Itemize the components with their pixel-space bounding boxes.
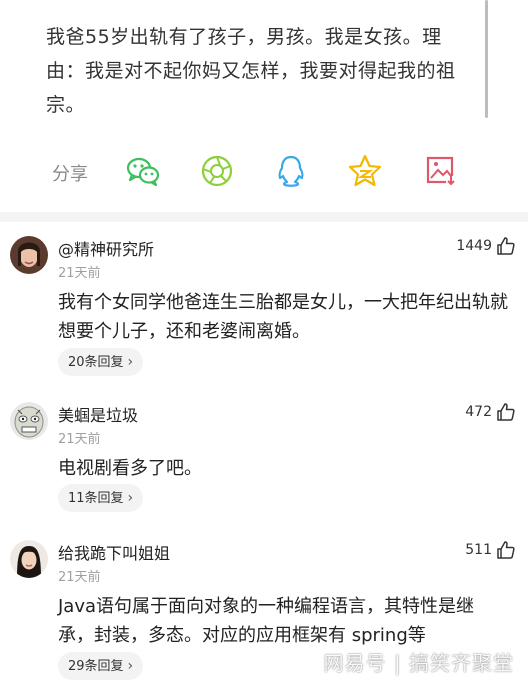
thumbs-up-icon[interactable]: [496, 540, 516, 560]
comment-item: 美蝈是垃圾 21天前 472 电视剧看多了吧。 11条回复 ›: [0, 402, 528, 522]
reply-count-label: 11条回复: [68, 491, 124, 506]
section-divider: [0, 212, 528, 222]
like-count: 472: [465, 404, 492, 420]
commenter-name[interactable]: @精神研究所: [58, 236, 154, 260]
moments-icon[interactable]: [198, 152, 236, 190]
comment-item: @精神研究所 21天前 1449 我有个女同学他爸连生三胎都是女儿，一大把年纪出…: [0, 236, 528, 376]
like-count: 1449: [456, 238, 492, 254]
chevron-right-icon: ›: [127, 490, 134, 506]
share-label: 分享: [52, 164, 88, 185]
qzone-icon[interactable]: [346, 152, 384, 190]
avatar[interactable]: [10, 540, 48, 578]
post-text: 我爸55岁出轨有了孩子，男孩。我是女孩。理由：我是对不起你妈又怎样，我要对得起我…: [46, 26, 456, 116]
scrollbar[interactable]: [485, 0, 488, 118]
comment-text: 我有个女同学他爸连生三胎都是女儿，一大把年纪出轨就想要个儿子，还和老婆闹离婚。: [58, 292, 508, 342]
commenter-name[interactable]: 给我跪下叫姐姐: [58, 540, 170, 564]
thumbs-up-icon[interactable]: [496, 236, 516, 256]
comment-time: 21天前: [58, 432, 101, 447]
reply-count-button[interactable]: 20条回复 ›: [58, 348, 144, 376]
comment-time: 21天前: [58, 266, 101, 281]
watermark: 网易号 | 搞笑齐聚堂: [323, 651, 514, 675]
reply-count-button[interactable]: 11条回复 ›: [58, 484, 144, 512]
wechat-icon[interactable]: [124, 152, 162, 190]
save-image-icon[interactable]: [422, 152, 460, 190]
chevron-right-icon: ›: [127, 658, 134, 674]
commenter-name[interactable]: 美蝈是垃圾: [58, 402, 138, 426]
comment-text: 电视剧看多了吧。: [58, 458, 202, 479]
chevron-right-icon: ›: [127, 354, 134, 370]
comment-time: 21天前: [58, 570, 101, 585]
like-count: 511: [465, 542, 492, 558]
avatar[interactable]: [10, 236, 48, 274]
avatar[interactable]: [10, 402, 48, 440]
qq-icon[interactable]: [272, 152, 310, 190]
share-row: 分享: [0, 148, 528, 194]
reply-count-label: 29条回复: [68, 659, 124, 674]
reply-count-button[interactable]: 29条回复 ›: [58, 652, 144, 680]
comment-text: Java语句属于面向对象的一种编程语言，其特性是继承，封装，多态。对应的应用框架…: [58, 596, 475, 646]
thumbs-up-icon[interactable]: [496, 402, 516, 422]
reply-count-label: 20条回复: [68, 355, 124, 370]
